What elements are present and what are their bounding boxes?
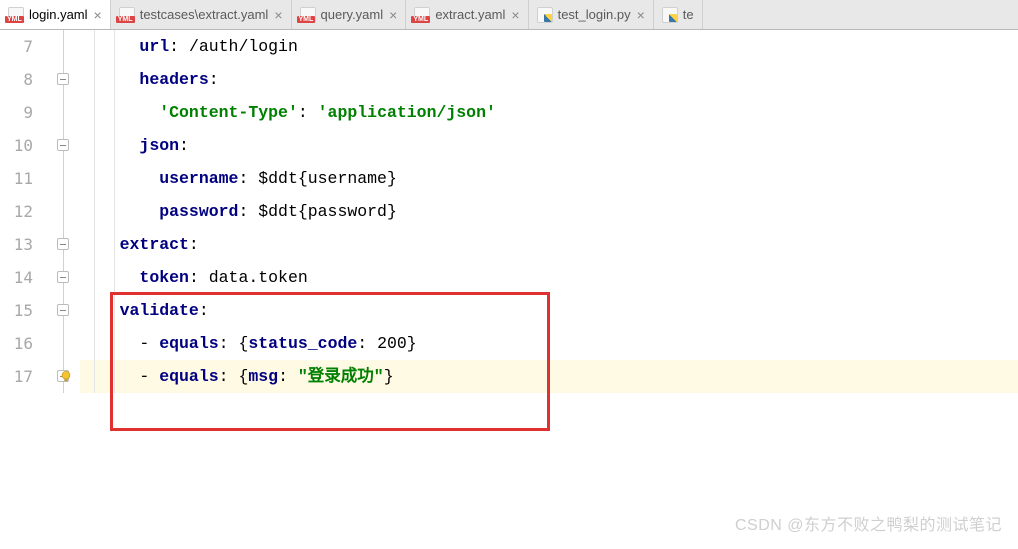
- close-icon[interactable]: ×: [389, 8, 397, 22]
- fold-column: [55, 30, 75, 549]
- editor-area: 7891011121314151617 url: /auth/login hea…: [0, 30, 1018, 549]
- line-number: 17: [0, 360, 33, 393]
- line-number: 8: [0, 63, 33, 96]
- tab-te[interactable]: te: [654, 0, 703, 29]
- code-line-9[interactable]: 'Content-Type': 'application/json': [80, 96, 1018, 129]
- yaml-file-icon: [8, 7, 24, 23]
- line-number: 11: [0, 162, 33, 195]
- tab-label: login.yaml: [29, 7, 88, 22]
- code-area[interactable]: url: /auth/login headers: 'Content-Type'…: [75, 30, 1018, 549]
- tab-query-yaml[interactable]: query.yaml ×: [292, 0, 407, 29]
- tab-test_login-py[interactable]: test_login.py ×: [529, 0, 654, 29]
- tab-label: test_login.py: [558, 7, 631, 22]
- fold-toggle-icon[interactable]: [57, 304, 69, 316]
- tab-label: query.yaml: [321, 7, 384, 22]
- code-line-8[interactable]: headers:: [80, 63, 1018, 96]
- fold-toggle-icon[interactable]: [57, 271, 69, 283]
- yaml-file-icon: [414, 7, 430, 23]
- line-number: 15: [0, 294, 33, 327]
- python-file-icon: [537, 7, 553, 23]
- gutter: 7891011121314151617: [0, 30, 55, 549]
- fold-toggle-icon[interactable]: [57, 139, 69, 151]
- code-line-7[interactable]: url: /auth/login: [80, 30, 1018, 63]
- close-icon[interactable]: ×: [637, 8, 645, 22]
- tab-label: te: [683, 7, 694, 22]
- tab-bar: login.yaml×testcases\extract.yaml×query.…: [0, 0, 1018, 30]
- intention-bulb-icon[interactable]: [58, 369, 74, 385]
- code-line-14[interactable]: token: data.token: [80, 261, 1018, 294]
- line-number: 12: [0, 195, 33, 228]
- close-icon[interactable]: ×: [511, 8, 519, 22]
- line-number: 9: [0, 96, 33, 129]
- tab-testcases-extract-yaml[interactable]: testcases\extract.yaml ×: [111, 0, 292, 29]
- python-file-icon: [662, 7, 678, 23]
- close-icon[interactable]: ×: [94, 8, 102, 22]
- highlight-box: [110, 292, 550, 431]
- fold-toggle-icon[interactable]: [57, 73, 69, 85]
- yaml-file-icon: [119, 7, 135, 23]
- line-number: 10: [0, 129, 33, 162]
- watermark: CSDN @东方不败之鸭梨的测试笔记: [735, 511, 1002, 535]
- line-number: 16: [0, 327, 33, 360]
- tab-label: testcases\extract.yaml: [140, 7, 269, 22]
- code-line-10[interactable]: json:: [80, 129, 1018, 162]
- tab-extract-yaml[interactable]: extract.yaml ×: [406, 0, 528, 29]
- tab-label: extract.yaml: [435, 7, 505, 22]
- yaml-file-icon: [300, 7, 316, 23]
- tab-login-yaml[interactable]: login.yaml ×: [0, 0, 111, 29]
- code-line-11[interactable]: username: $ddt{username}: [80, 162, 1018, 195]
- line-number: 7: [0, 30, 33, 63]
- line-number: 13: [0, 228, 33, 261]
- close-icon[interactable]: ×: [274, 8, 282, 22]
- fold-toggle-icon[interactable]: [57, 238, 69, 250]
- code-line-12[interactable]: password: $ddt{password}: [80, 195, 1018, 228]
- line-number: 14: [0, 261, 33, 294]
- code-line-13[interactable]: extract:: [80, 228, 1018, 261]
